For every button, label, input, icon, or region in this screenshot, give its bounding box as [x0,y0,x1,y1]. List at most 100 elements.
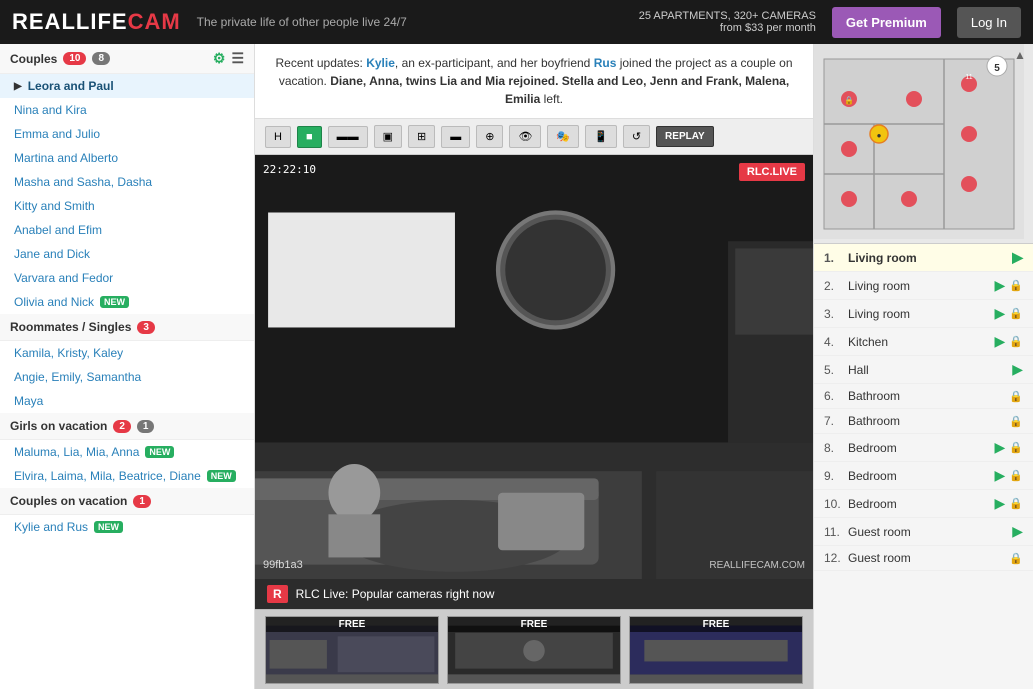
toolbar-eye-button[interactable]: 👁 [509,125,541,148]
sidebar-item-couple[interactable]: Martina and Alberto [0,146,254,170]
svg-text:▲: ▲ [1014,48,1024,62]
login-button[interactable]: Log In [957,7,1021,38]
sidebar-item-couple[interactable]: Kitty and Smith [0,194,254,218]
room-number: 12. [824,551,844,565]
roommates-section-header: Roommates / Singles 3 [0,314,254,341]
room-name: Living room [848,307,991,321]
room-name: Bathroom [848,414,1005,428]
couples-vacation-badge: 1 [133,495,151,508]
sidebar-item-couple[interactable]: Emma and Julio [0,122,254,146]
room-number: 6. [824,389,844,403]
room-list-item[interactable]: 10.Bedroom▶🔒 [814,490,1033,518]
couples-total-badge: 8 [92,52,110,65]
girls-vacation-badge2: 1 [137,420,155,433]
room-list-item[interactable]: 11.Guest room▶ [814,518,1033,546]
toolbar-live-button[interactable]: ■ [297,126,322,148]
room-number: 11. [824,525,844,539]
toolbar-mask-button[interactable]: 🎭 [547,125,579,148]
toolbar-wide-button[interactable]: ▬ [441,126,470,148]
right-panel: 5 🔒 ● 11 ▲ 1.Living room▶2.Li [813,44,1033,689]
new-badge: NEW [145,446,174,458]
svg-text:🔒: 🔒 [844,96,854,105]
room-list-item[interactable]: 4.Kitchen▶🔒 [814,328,1033,356]
room-name: Living room [848,279,991,293]
tagline: The private life of other people live 24… [197,15,623,29]
thumbnail-3[interactable]: FREE [629,616,803,684]
couples-section-header: Couples 10 8 ⚙ ☰ [0,44,254,74]
toolbar-person-button[interactable]: ⊕ [476,125,503,148]
room-number: 8. [824,441,844,455]
room-name: Bathroom [848,389,1005,403]
room-number: 4. [824,335,844,349]
toolbar-replay-button[interactable]: REPLAY [656,126,714,147]
lock-icon: 🔒 [1009,335,1023,348]
toolbar-refresh-button[interactable]: ↺ [623,125,650,148]
new-badge: NEW [94,521,123,533]
announcement-names3: Diane, Anna, twins Lia and Mia rejoined. [330,74,558,88]
sidebar-item-couple[interactable]: Anabel and Efim [0,218,254,242]
room-list-item[interactable]: 2.Living room▶🔒 [814,272,1033,300]
sidebar-item-couple-vacation[interactable]: Kylie and Rus NEW [0,515,254,539]
toolbar-mobile-button[interactable]: 📱 [585,125,617,148]
toolbar-split2-button[interactable]: ▣ [374,125,402,148]
girls-vacation-list: Maluma, Lia, Mia, Anna NEWElvira, Laima,… [0,440,254,488]
floorplan-svg: 5 🔒 ● 11 ▲ [814,44,1024,239]
sound-icon: ▶ [995,495,1006,512]
room-list-item[interactable]: 5.Hall▶ [814,356,1033,384]
toolbar-h-button[interactable]: H [265,126,291,148]
sidebar-item-couple[interactable]: Nina and Kira [0,98,254,122]
room-number: 3. [824,307,844,321]
roommates-badge: 3 [137,321,155,334]
room-number: 1. [824,251,844,265]
lock-icon: 🔒 [1009,552,1023,565]
couples-vacation-section-header: Couples on vacation 1 [0,488,254,515]
sidebar-item-couple[interactable]: Jane and Dick [0,242,254,266]
sidebar-item-roommate[interactable]: Maya [0,389,254,413]
video-area: 22:22:10 RLC.LIVE 99fb1a3 REALLIFECAM.CO… [255,155,813,579]
roommate-name: Kamila, Kristy, Kaley [14,346,123,360]
room-name: Guest room [848,525,1008,539]
sidebar-item-roommate[interactable]: Angie, Emily, Samantha [0,365,254,389]
toolbar-fit-button[interactable]: ▬▬ [328,126,368,148]
lock-icon: 🔒 [1009,390,1023,403]
sidebar-item-couple[interactable]: Masha and Sasha, Dasha [0,170,254,194]
sound-icon: ▶ [995,333,1006,350]
logo: REALLIFECAM [12,9,181,35]
room-name: Hall [848,363,1008,377]
girls-vacation-label: Girls on vacation [10,419,107,433]
toolbar-split4-button[interactable]: ⊞ [408,125,435,148]
couples-menu-icon[interactable]: ☰ [231,50,244,67]
thumbnail-2[interactable]: FREE [447,616,621,684]
room-list-item[interactable]: 8.Bedroom▶🔒 [814,434,1033,462]
room-list-item[interactable]: 1.Living room▶ [814,244,1033,272]
sidebar-item-girl-vacation[interactable]: Maluma, Lia, Mia, Anna NEW [0,440,254,464]
room-list-item[interactable]: 3.Living room▶🔒 [814,300,1033,328]
sidebar-item-couple[interactable]: Olivia and Nick NEW [0,290,254,314]
room-list-item[interactable]: 12.Guest room🔒 [814,546,1033,571]
room-list-item[interactable]: 6. Bathroom 🔒 [814,384,1033,409]
room-number: 10. [824,497,844,511]
lock-icon: 🔒 [1009,307,1023,320]
sidebar-item-girl-vacation[interactable]: Elvira, Laima, Mila, Beatrice, Diane NEW [0,464,254,488]
room-scene-svg [255,155,813,579]
couple-name: Anabel and Efim [14,223,102,237]
sidebar-item-couple[interactable]: Varvara and Fedor [0,266,254,290]
announcement-bar: Recent updates: Kylie, an ex-participant… [255,44,813,119]
room-list-item[interactable]: 9.Bedroom▶🔒 [814,462,1033,490]
couples-label: Couples [10,52,57,66]
bottom-strip: FREE FREE FREE [255,609,813,689]
video-placeholder: 22:22:10 RLC.LIVE 99fb1a3 REALLIFECAM.CO… [255,155,813,579]
announcement-name1: Kylie [366,56,395,70]
announcement-text1: , an ex-participant, and her boyfriend [395,56,594,70]
announcement-name2: Rus [594,56,617,70]
couple-name: Kitty and Smith [14,199,95,213]
room-list-item[interactable]: 7.Bathroom🔒 [814,409,1033,434]
video-id: 99fb1a3 [263,559,303,571]
logo-life: LIFE [76,9,128,34]
sidebar-item-couple[interactable]: ▶Leora and Paul [0,74,254,98]
girls-vacation-badge: 2 [113,420,131,433]
thumbnail-1[interactable]: FREE [265,616,439,684]
get-premium-button[interactable]: Get Premium [832,7,941,38]
sidebar-item-roommate[interactable]: Kamila, Kristy, Kaley [0,341,254,365]
roommates-label: Roommates / Singles [10,320,131,334]
